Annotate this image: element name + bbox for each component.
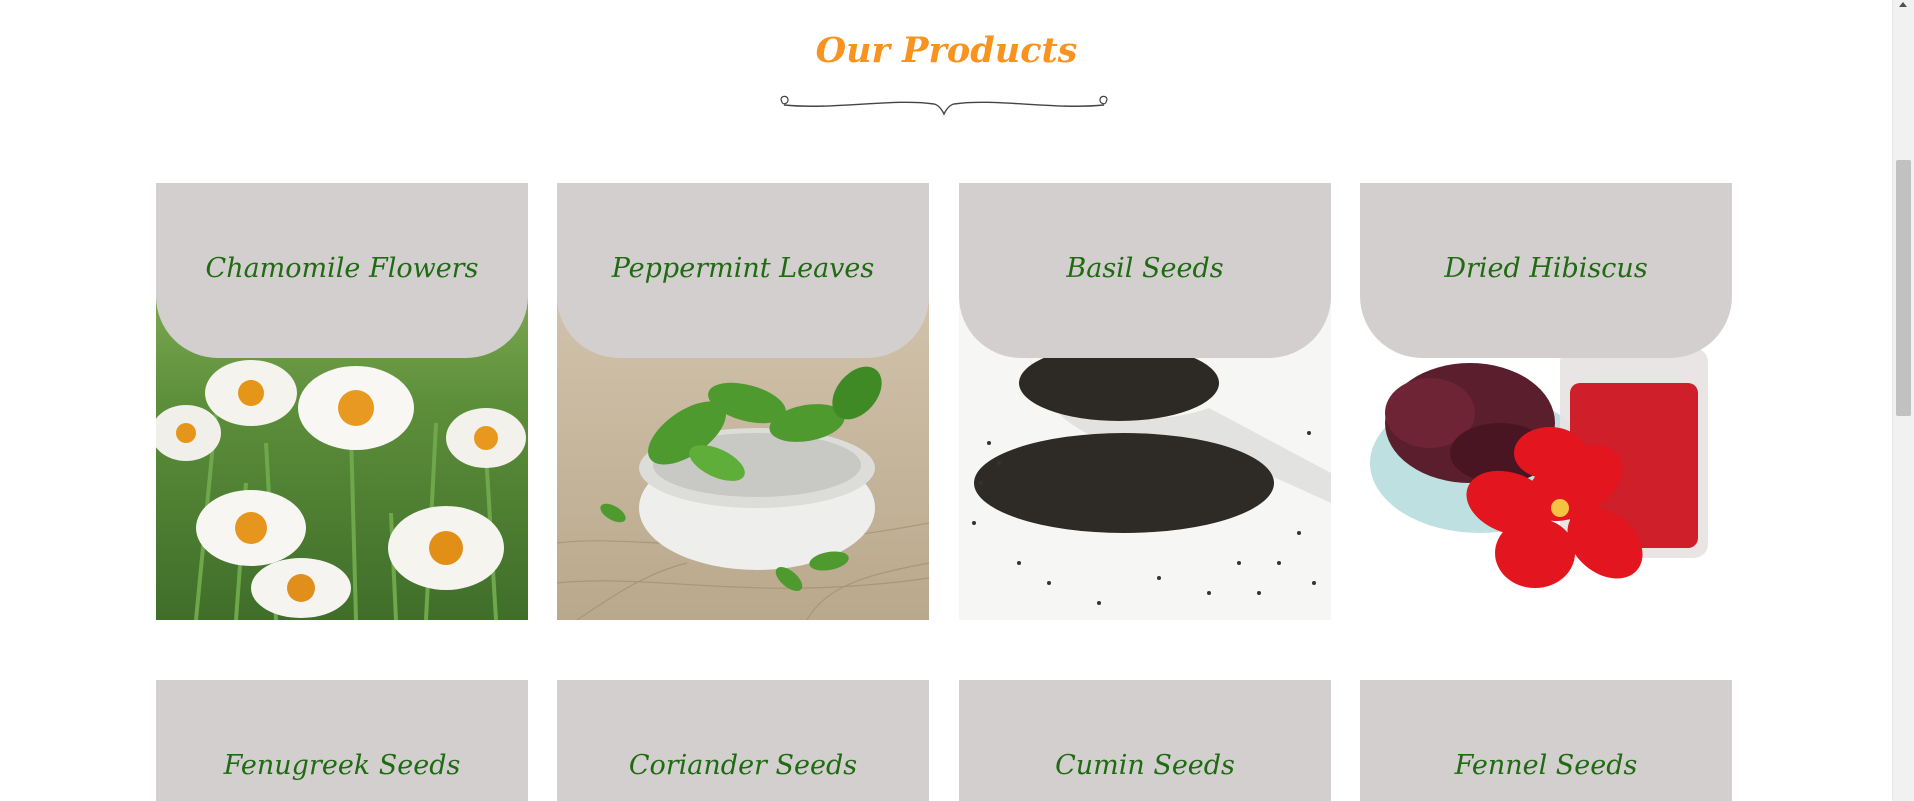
product-name[interactable]: Basil Seeds xyxy=(959,253,1331,284)
product-card-dried-hibiscus[interactable]: Dried Hibiscus xyxy=(1360,183,1732,620)
product-card-coriander-seeds[interactable]: Coriander Seeds xyxy=(557,680,929,801)
scrollbar-thumb[interactable] xyxy=(1896,160,1911,416)
product-name[interactable]: Coriander Seeds xyxy=(557,750,929,781)
scroll-up-arrow-icon[interactable] xyxy=(1899,2,1907,7)
product-card-header xyxy=(557,680,929,801)
vertical-scrollbar[interactable] xyxy=(1892,0,1914,801)
product-card-peppermint-leaves[interactable]: Peppermint Leaves xyxy=(557,183,929,620)
product-card-chamomile-flowers[interactable]: Chamomile Flowers xyxy=(156,183,528,620)
product-name[interactable]: Cumin Seeds xyxy=(959,750,1331,781)
product-name[interactable]: Peppermint Leaves xyxy=(557,253,929,284)
product-card-header xyxy=(1360,680,1732,801)
section-divider-ornament xyxy=(780,95,1108,116)
product-name[interactable]: Chamomile Flowers xyxy=(156,253,528,284)
product-card-basil-seeds[interactable]: Basil Seeds xyxy=(959,183,1331,620)
product-name[interactable]: Fenugreek Seeds xyxy=(156,750,528,781)
product-card-header xyxy=(156,680,528,801)
page: Our Products Chamomile Flowers Peppermin… xyxy=(0,0,1914,801)
product-card-header xyxy=(959,680,1331,801)
product-card-cumin-seeds[interactable]: Cumin Seeds xyxy=(959,680,1331,801)
section-title: Our Products xyxy=(815,30,1078,71)
product-card-fenugreek-seeds[interactable]: Fenugreek Seeds xyxy=(156,680,528,801)
product-name[interactable]: Dried Hibiscus xyxy=(1360,253,1732,284)
product-card-fennel-seeds[interactable]: Fennel Seeds xyxy=(1360,680,1732,801)
product-name[interactable]: Fennel Seeds xyxy=(1360,750,1732,781)
